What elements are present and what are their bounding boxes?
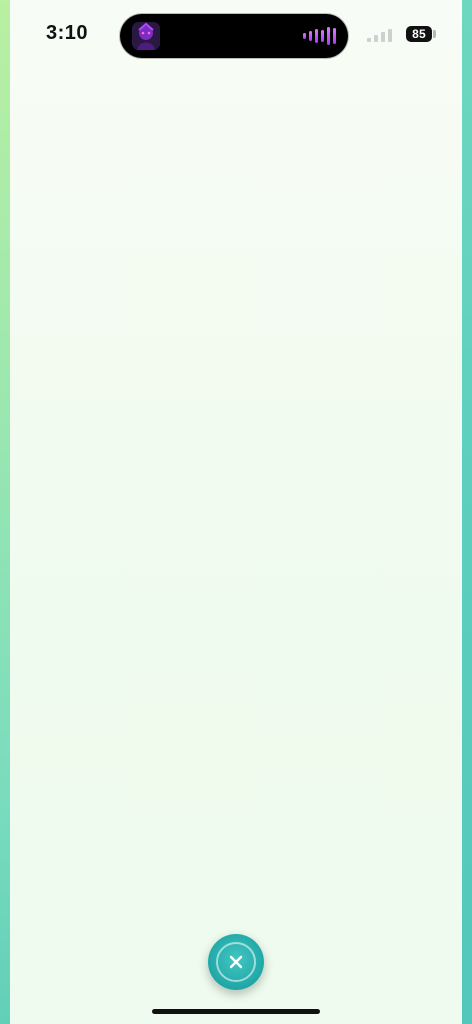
dynamic-island[interactable] [120, 14, 348, 58]
main-content-area [10, 0, 462, 1024]
close-button[interactable] [208, 934, 264, 990]
audio-waveform-icon [303, 24, 336, 48]
signal-strength-icon [367, 28, 392, 42]
battery-indicator: 85 [406, 26, 432, 42]
app-icon[interactable] [132, 22, 160, 50]
right-gradient-edge [462, 0, 472, 1024]
home-indicator[interactable] [152, 1009, 320, 1014]
left-gradient-edge [0, 0, 10, 1024]
status-time: 3:10 [46, 22, 89, 44]
close-icon [229, 955, 243, 969]
battery-tip [433, 30, 436, 38]
status-bar: 3:10 85 [0, 0, 472, 70]
character-icon [132, 22, 160, 50]
